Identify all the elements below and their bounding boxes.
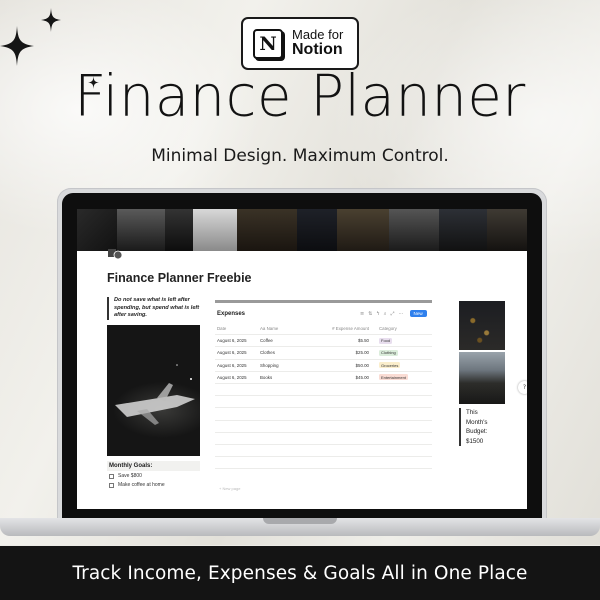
help-button[interactable]: ?: [518, 381, 527, 394]
new-page-button[interactable]: + New page: [219, 486, 240, 491]
badge-line2: Notion: [292, 40, 343, 58]
column-header-category[interactable]: Category: [373, 326, 432, 331]
private-jet-image: [107, 325, 200, 456]
laptop-frame: Finance Planner Freebie Do not save what…: [57, 188, 547, 530]
category-tag[interactable]: Groceries: [379, 362, 401, 369]
empty-row: [215, 384, 432, 397]
empty-row: [215, 421, 432, 433]
cell-amount: $45.00: [355, 374, 369, 380]
empty-row: [215, 408, 432, 421]
goal-checkbox[interactable]: [109, 473, 114, 479]
cell-name: Coffee: [260, 338, 273, 344]
category-tag[interactable]: Entertainment: [379, 374, 408, 381]
search-icon[interactable]: ⌕: [384, 311, 387, 317]
lightning-icon[interactable]: ϟ: [376, 311, 379, 317]
category-tag[interactable]: Clothing: [379, 349, 398, 356]
cell-name: Shopping: [260, 362, 279, 368]
monthly-goals-heading: Monthly Goals:: [107, 461, 200, 471]
badge-line1: Made for: [292, 27, 344, 43]
laptop-screen: Finance Planner Freebie Do not save what…: [77, 209, 527, 509]
cell-amount: $5.50: [358, 338, 369, 344]
goal-item[interactable]: Save $800: [109, 473, 142, 479]
quote-block: Do not save what is left after spending,…: [107, 297, 200, 320]
column-header-amount[interactable]: # Expense Amount: [312, 326, 373, 331]
goal-item[interactable]: Make coffee at home: [109, 482, 165, 488]
empty-row: [215, 457, 432, 470]
budget-line: This: [466, 409, 478, 416]
footer-text: Track Income, Expenses & Goals All in On…: [72, 562, 528, 584]
empty-row: [215, 445, 432, 458]
expand-icon[interactable]: ⤢: [391, 311, 395, 317]
made-for-notion-badge: N Made for Notion: [241, 17, 359, 70]
filter-icon[interactable]: ≡: [360, 311, 364, 317]
page-title: Finance Planner Freebie: [107, 271, 252, 285]
mountain-cafe-image: [459, 352, 505, 404]
table-row[interactable]: August 6, 2025 Coffee $5.50 Food: [215, 335, 432, 348]
table-row[interactable]: August 6, 2025 Clothes $25.00 Clothing: [215, 347, 432, 360]
budget-line: Month's: [466, 418, 488, 426]
cover-image: [77, 209, 527, 251]
sparkle-icon: [0, 26, 34, 66]
laptop-notch: [263, 518, 337, 524]
budget-line: $1500: [466, 437, 484, 445]
table-row[interactable]: August 6, 2025 Shopping $50.00 Groceries: [215, 360, 432, 372]
cell-category: Groceries: [373, 362, 432, 369]
database-toolbar: ≡ ⇅ ϟ ⌕ ⤢ ⋯ New: [360, 310, 427, 317]
empty-row: [215, 433, 432, 445]
expenses-table: Date Aa Name # Expense Amount Category A…: [215, 323, 432, 470]
empty-row: [215, 396, 432, 409]
goal-label: Save $800: [118, 473, 142, 479]
main-title: Finance Planner: [74, 63, 526, 130]
cell-date: August 6, 2025: [217, 338, 247, 344]
column-header-name[interactable]: Aa Name: [257, 326, 312, 331]
laptop-bezel: Finance Planner Freebie Do not save what…: [62, 193, 542, 525]
cell-date: August 6, 2025: [217, 350, 247, 356]
table-header: Date Aa Name # Expense Amount Category: [215, 323, 432, 336]
footer-banner: Track Income, Expenses & Goals All in On…: [0, 546, 600, 600]
database-divider: [215, 300, 432, 303]
subtitle: Minimal Design. Maximum Control.: [151, 146, 449, 166]
budget-line: Budget:: [466, 428, 488, 436]
cell-category: Clothing: [373, 349, 432, 356]
page-globe-icon[interactable]: [107, 246, 123, 260]
cell-amount: $50.00: [355, 362, 369, 368]
category-tag[interactable]: Food: [379, 337, 393, 344]
goal-checkbox[interactable]: [109, 482, 114, 488]
cell-date: August 6, 2025: [217, 374, 247, 380]
table-row[interactable]: August 6, 2025 Books $45.00 Entertainment: [215, 372, 432, 384]
cell-category: Entertainment: [373, 374, 432, 381]
budget-callout: This Month's Budget: $1500: [459, 408, 505, 447]
expenses-database-title[interactable]: Expenses: [217, 311, 245, 317]
city-night-image: [459, 301, 505, 350]
cell-category: Food: [373, 337, 432, 344]
cell-name: Clothes: [260, 350, 275, 356]
new-button[interactable]: New: [409, 310, 427, 317]
column-header-date[interactable]: Date: [215, 326, 257, 331]
more-icon[interactable]: ⋯: [399, 311, 404, 317]
goal-label: Make coffee at home: [118, 482, 165, 488]
cell-date: August 6, 2025: [217, 362, 247, 368]
cell-amount: $25.00: [355, 350, 369, 356]
sparkle-small-icon: [41, 8, 61, 32]
sort-icon[interactable]: ⇅: [368, 311, 372, 317]
cell-name: Books: [260, 374, 273, 380]
notion-logo-icon: N: [253, 28, 283, 59]
